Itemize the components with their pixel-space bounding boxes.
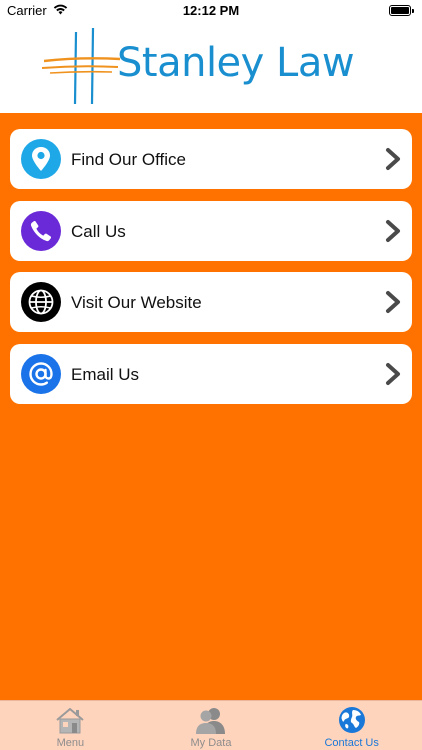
chevron-right-icon	[385, 290, 401, 319]
tab-menu-label: Menu	[56, 737, 85, 749]
tab-bar: Menu My Data Contact Us	[0, 700, 422, 750]
visit-website-button[interactable]: Visit Our Website	[10, 272, 412, 332]
call-us-label: Call Us	[71, 221, 126, 241]
globe-icon	[338, 706, 366, 734]
location-pin-icon	[21, 139, 61, 179]
logo-text: Stanley Law	[117, 40, 355, 86]
email-us-label: Email Us	[71, 364, 140, 384]
status-time: 12:12 PM	[182, 3, 240, 18]
tab-menu[interactable]: Menu	[0, 701, 141, 750]
phone-icon	[21, 210, 61, 251]
find-office-button[interactable]: Find Our Office	[10, 129, 412, 189]
status-bar: Carrier 12:12 PM	[0, 0, 422, 22]
tab-contact-us-label: Contact Us	[324, 737, 379, 749]
visit-website-label: Visit Our Website	[71, 293, 202, 312]
users-icon	[194, 706, 228, 734]
tab-my-data-label: My Data	[190, 737, 232, 749]
tab-contact-us[interactable]: Contact Us	[281, 701, 422, 750]
tab-my-data[interactable]: My Data	[141, 701, 282, 750]
call-us-button[interactable]: Call Us	[10, 200, 412, 261]
at-sign-icon	[21, 353, 61, 394]
header: Stanley Law	[0, 22, 422, 113]
email-us-button[interactable]: Email Us	[10, 343, 412, 404]
chevron-right-icon	[385, 362, 401, 391]
logo-mark-icon	[40, 26, 121, 113]
chevron-right-icon	[385, 147, 401, 176]
globe-icon	[21, 282, 61, 322]
chevron-right-icon	[385, 219, 401, 248]
home-icon	[54, 706, 86, 734]
battery-icon	[389, 5, 414, 16]
contact-menu-list: Find Our Office Call Us Visit Our Websit…	[10, 129, 412, 415]
find-office-label: Find Our Office	[71, 150, 186, 169]
